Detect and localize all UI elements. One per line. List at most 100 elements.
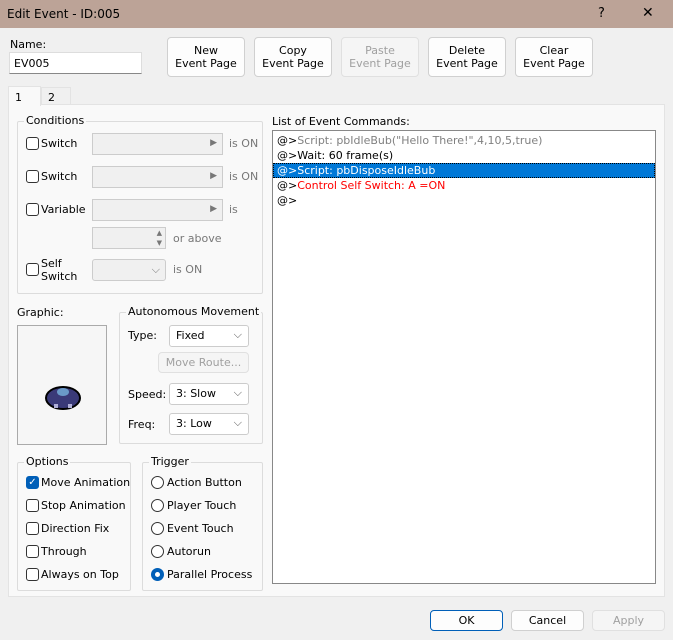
arrow-right-icon: ▶: [210, 171, 217, 181]
freq-label: Freq:: [128, 418, 156, 431]
switch1-checkbox[interactable]: [26, 137, 39, 150]
chevron-down-icon: ⌵: [233, 386, 242, 399]
label: Paste: [365, 44, 395, 57]
label: Self: [41, 257, 62, 270]
chevron-down-icon: ⌵: [151, 263, 160, 276]
option-checkbox[interactable]: [26, 568, 39, 581]
name-input[interactable]: [9, 52, 142, 74]
command-prefix: @>: [277, 194, 298, 207]
chevron-down-icon: ⌵: [233, 416, 242, 429]
new-event-page-button[interactable]: New Event Page: [167, 37, 245, 77]
graphic-label: Graphic:: [17, 306, 64, 319]
move-route-button[interactable]: Move Route...: [158, 352, 249, 373]
options-title: Options: [24, 455, 71, 468]
close-button[interactable]: ✕: [642, 5, 654, 21]
command-text: Script: pbIdleBub("Hello There!",4,10,5,…: [297, 134, 543, 147]
label: Switch: [41, 270, 78, 283]
command-prefix: @>: [277, 164, 298, 177]
option-label: Through: [41, 545, 87, 558]
trigger-radio[interactable]: [151, 568, 164, 581]
command-row[interactable]: @>Script: pbIdleBub("Hello There!",4,10,…: [273, 133, 655, 148]
option-checkbox[interactable]: [26, 499, 39, 512]
self-switch-dropdown[interactable]: ⌵: [92, 259, 166, 281]
speed-label: Speed:: [128, 388, 167, 401]
trigger-radio[interactable]: [151, 476, 164, 489]
name-label: Name:: [10, 38, 47, 51]
arrow-right-icon: ▶: [210, 204, 217, 214]
window-title: Edit Event - ID:005: [7, 7, 121, 21]
switch1-label: Switch: [41, 137, 78, 150]
label: Event Page: [523, 57, 585, 70]
command-row[interactable]: @>Script: pbDisposeIdleBub: [273, 163, 655, 178]
cancel-button[interactable]: Cancel: [511, 610, 584, 631]
trigger-label: Player Touch: [167, 499, 237, 512]
type-dropdown[interactable]: Fixed ⌵: [169, 325, 249, 347]
delete-event-page-button[interactable]: Delete Event Page: [428, 37, 506, 77]
label: Event Page: [349, 57, 411, 70]
command-row[interactable]: @>Control Self Switch: A =ON: [273, 178, 655, 193]
event-commands-list[interactable]: @>Script: pbIdleBub("Hello There!",4,10,…: [272, 130, 656, 584]
spinner-arrows-icon: ▲ ▼: [156, 229, 162, 247]
self-switch-checkbox[interactable]: [26, 263, 39, 276]
tab-1[interactable]: 1: [8, 86, 41, 106]
option-label: Always on Top: [41, 568, 119, 581]
command-row[interactable]: @>: [273, 193, 655, 208]
is-label: is: [229, 203, 238, 216]
variable-field[interactable]: ▶: [92, 199, 223, 221]
command-prefix: @>: [277, 179, 298, 192]
switch2-label: Switch: [41, 170, 78, 183]
switch2-field[interactable]: ▶: [92, 166, 223, 188]
trigger-label: Parallel Process: [167, 568, 253, 581]
trigger-radio[interactable]: [151, 522, 164, 535]
self-switch-label: Self Switch: [41, 257, 77, 283]
type-value: Fixed: [176, 329, 205, 342]
label: Event Page: [175, 57, 237, 70]
trigger-radio[interactable]: [151, 545, 164, 558]
option-label: Move Animation: [41, 476, 131, 489]
variable-checkbox[interactable]: [26, 203, 39, 216]
paste-event-page-button[interactable]: Paste Event Page: [341, 37, 419, 77]
label: Delete: [448, 44, 486, 57]
command-prefix: @>: [277, 149, 298, 162]
title-bar: Edit Event - ID:005 ? ✕: [0, 0, 673, 28]
variable-label: Variable: [41, 203, 86, 216]
option-label: Stop Animation: [41, 499, 126, 512]
switch1-field[interactable]: ▶: [92, 133, 223, 155]
is-on-label: is ON: [229, 137, 259, 150]
speed-dropdown[interactable]: 3: Slow ⌵: [169, 383, 249, 405]
is-on-label: is ON: [173, 263, 203, 276]
label: Clear: [539, 44, 569, 57]
label: New: [193, 44, 218, 57]
ok-button[interactable]: OK: [430, 610, 503, 631]
label: Copy: [279, 44, 307, 57]
freq-value: 3: Low: [176, 417, 212, 430]
conditions-title: Conditions: [24, 114, 87, 127]
graphic-preview[interactable]: [17, 325, 107, 445]
command-prefix: @>: [277, 134, 298, 147]
help-button[interactable]: ?: [598, 6, 605, 21]
copy-event-page-button[interactable]: Copy Event Page: [254, 37, 332, 77]
variable-value-spinner[interactable]: ▲ ▼: [92, 227, 166, 249]
command-text: Script: pbDisposeIdleBub: [297, 164, 436, 177]
option-label: Direction Fix: [41, 522, 110, 535]
option-checkbox[interactable]: [26, 545, 39, 558]
command-row[interactable]: @>Wait: 60 frame(s): [273, 148, 655, 163]
label: Event Page: [262, 57, 324, 70]
tab-2[interactable]: 2: [41, 87, 71, 104]
trigger-label: Autorun: [167, 545, 212, 558]
switch2-checkbox[interactable]: [26, 170, 39, 183]
option-checkbox[interactable]: ✓: [26, 476, 39, 489]
speed-value: 3: Slow: [176, 387, 216, 400]
clear-event-page-button[interactable]: Clear Event Page: [515, 37, 593, 77]
sprite-image: [45, 386, 81, 410]
freq-dropdown[interactable]: 3: Low ⌵: [169, 413, 249, 435]
commands-label: List of Event Commands:: [272, 115, 410, 128]
apply-button[interactable]: Apply: [592, 610, 665, 631]
option-checkbox[interactable]: [26, 522, 39, 535]
arrow-right-icon: ▶: [210, 138, 217, 148]
trigger-title: Trigger: [149, 455, 191, 468]
chevron-down-icon: ⌵: [233, 328, 242, 341]
or-above-label: or above: [173, 232, 222, 245]
trigger-label: Event Touch: [167, 522, 234, 535]
trigger-radio[interactable]: [151, 499, 164, 512]
